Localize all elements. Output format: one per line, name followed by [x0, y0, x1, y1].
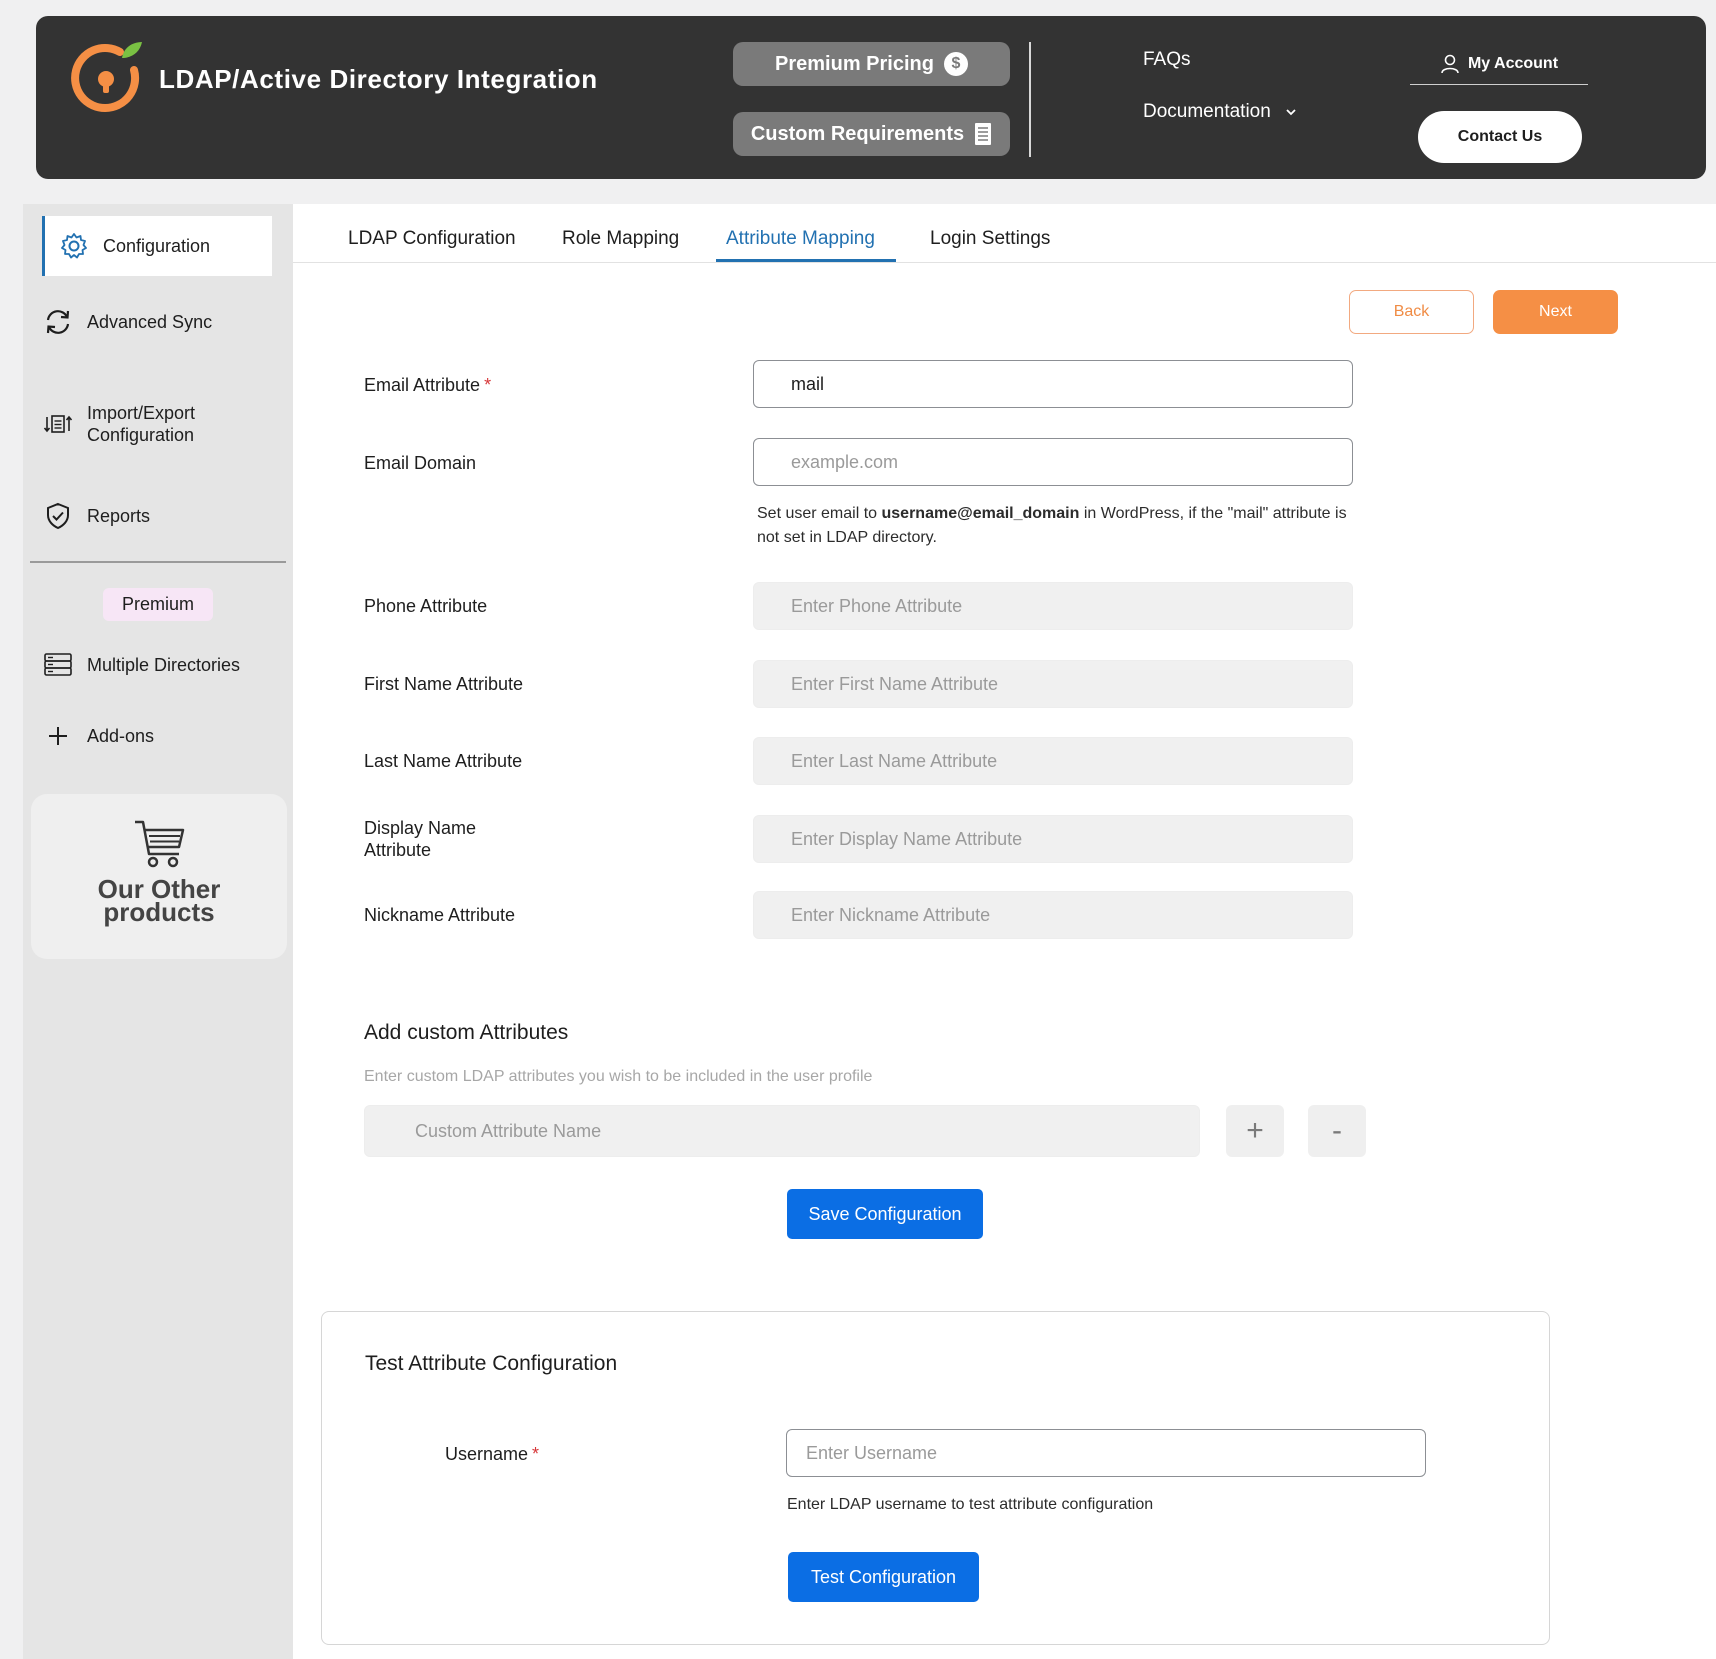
logo-icon	[71, 42, 142, 112]
contact-us-button[interactable]: Contact Us	[1418, 111, 1582, 163]
cart-icon	[135, 820, 185, 868]
tab-ldap-configuration[interactable]: LDAP Configuration	[348, 228, 516, 250]
active-tab-indicator	[716, 259, 896, 262]
shield-check-icon	[47, 502, 69, 530]
email-domain-input[interactable]	[753, 438, 1353, 486]
custom-attributes-description: Enter custom LDAP attributes you wish to…	[364, 1068, 873, 1085]
save-configuration-button[interactable]: Save Configuration	[787, 1189, 983, 1239]
user-icon	[1441, 54, 1459, 73]
remove-attribute-button[interactable]: -	[1308, 1105, 1366, 1157]
documentation-label: Documentation	[1143, 101, 1271, 122]
tab-bar: LDAP Configuration Role Mapping Attribut…	[293, 204, 1716, 263]
phone-attribute-input[interactable]	[753, 582, 1353, 630]
my-account-label: My Account	[1467, 54, 1559, 72]
email-domain-help: Set user email to username@email_domain …	[757, 502, 1357, 550]
custom-attributes-title: Add custom Attributes	[364, 1021, 569, 1044]
sidebar-item-configuration[interactable]: Configuration	[42, 216, 272, 276]
sidebar: Configuration Advanced Sync Import/Expor…	[23, 204, 293, 1659]
nickname-attribute-input[interactable]	[753, 891, 1353, 939]
sidebar-item-label: Multiple Directories	[87, 654, 241, 675]
help-prefix: Set user email to	[757, 505, 882, 522]
tab-attribute-mapping[interactable]: Attribute Mapping	[726, 228, 875, 250]
username-help: Enter LDAP username to test attribute co…	[787, 1496, 1154, 1513]
sync-icon	[46, 310, 70, 334]
custom-requirements-label: Custom Requirements	[750, 122, 965, 145]
header-divider	[1029, 42, 1031, 157]
username-label: Username *	[445, 1444, 539, 1465]
document-icon	[975, 123, 992, 145]
nickname-attribute-label: Nickname Attribute	[364, 905, 516, 925]
email-attribute-label-text: Email Attribute	[364, 375, 481, 395]
plus-icon	[49, 727, 67, 745]
email-attribute-label: Email Attribute *	[364, 374, 491, 396]
top-header: LDAP/Active Directory Integration Premiu…	[36, 16, 1706, 179]
other-products-card[interactable]: Our Other products	[31, 794, 287, 959]
sidebar-item-label: Configuration	[103, 235, 211, 256]
email-attribute-input[interactable]	[753, 360, 1353, 408]
faqs-link[interactable]: FAQs	[1143, 49, 1191, 71]
display-name-attribute-label: Display Name Attribute	[364, 818, 477, 860]
sidebar-divider	[30, 561, 286, 563]
test-configuration-button[interactable]: Test Configuration	[788, 1552, 979, 1602]
dollar-icon: $	[943, 52, 968, 76]
sidebar-item-multiple-directories[interactable]: Multiple Directories	[43, 650, 295, 680]
sidebar-item-label: Advanced Sync	[87, 311, 213, 332]
main-panel: LDAP Configuration Role Mapping Attribut…	[293, 204, 1716, 1659]
premium-pricing-label: Premium Pricing	[775, 52, 934, 75]
tab-login-settings[interactable]: Login Settings	[930, 228, 1050, 250]
test-attribute-card: Test Attribute Configuration Username * E…	[321, 1311, 1550, 1645]
premium-pricing-button[interactable]: Premium Pricing $	[733, 42, 1010, 86]
sidebar-item-add-ons[interactable]: Add-ons	[43, 721, 295, 751]
email-domain-label: Email Domain	[364, 453, 477, 473]
required-marker: *	[532, 1444, 540, 1464]
username-input[interactable]	[786, 1429, 1426, 1477]
gear-icon	[61, 233, 87, 259]
help-bold: username@email_domain	[881, 505, 1080, 522]
first-name-attribute-label: First Name Attribute	[364, 674, 524, 694]
back-button[interactable]: Back	[1349, 290, 1474, 334]
sidebar-item-label: Import/Export Configuration	[87, 403, 196, 445]
last-name-attribute-label: Last Name Attribute	[364, 751, 523, 771]
required-marker: *	[484, 375, 492, 395]
documentation-dropdown[interactable]: Documentation	[1143, 101, 1297, 123]
app-title: LDAP/Active Directory Integration	[159, 64, 598, 94]
test-card-title: Test Attribute Configuration	[365, 1352, 618, 1375]
sidebar-item-reports[interactable]: Reports	[43, 501, 295, 531]
import-export-icon	[43, 415, 73, 433]
premium-badge: Premium	[103, 588, 213, 621]
phone-attribute-label: Phone Attribute	[364, 596, 488, 616]
sidebar-item-label: Reports	[87, 505, 151, 526]
username-label-text: Username	[445, 1444, 529, 1464]
sidebar-item-advanced-sync[interactable]: Advanced Sync	[43, 307, 295, 337]
last-name-attribute-input[interactable]	[753, 737, 1353, 785]
sidebar-item-label: Add-ons	[87, 725, 155, 746]
next-button[interactable]: Next	[1493, 290, 1618, 334]
custom-attribute-name-input[interactable]	[364, 1105, 1200, 1157]
add-attribute-button[interactable]: +	[1226, 1105, 1284, 1157]
first-name-attribute-input[interactable]	[753, 660, 1353, 708]
other-products-label: Our Other products	[97, 874, 221, 927]
tab-role-mapping[interactable]: Role Mapping	[562, 228, 679, 250]
my-account-link[interactable]: My Account	[1410, 43, 1588, 85]
server-stack-icon	[44, 653, 72, 676]
sidebar-item-import-export[interactable]: Import/Export Configuration	[43, 402, 295, 446]
display-name-attribute-input[interactable]	[753, 815, 1353, 863]
chevron-down-icon	[1286, 109, 1296, 116]
custom-requirements-button[interactable]: Custom Requirements	[733, 112, 1010, 156]
